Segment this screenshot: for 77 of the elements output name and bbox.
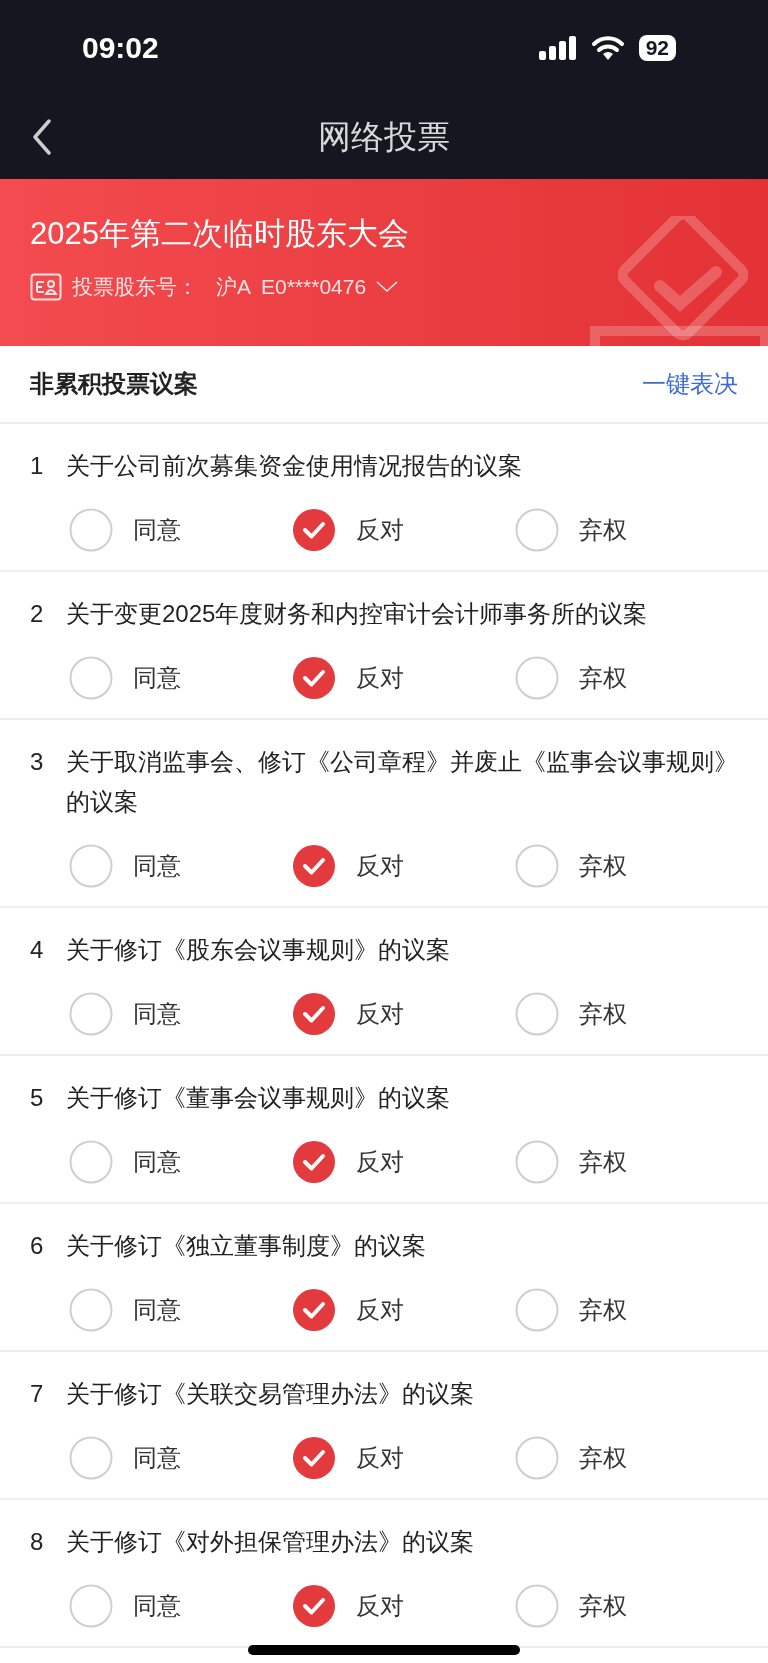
radio-button[interactable] [69, 844, 113, 888]
radio-button[interactable] [515, 992, 559, 1036]
option-label[interactable]: 同意 [133, 1298, 181, 1322]
option-label[interactable]: 同意 [133, 1446, 181, 1470]
battery-level: 92 [638, 34, 676, 61]
option-label[interactable]: 同意 [133, 854, 181, 878]
motion-text: 关于修订《董事会议事规则》的议案 [66, 1083, 451, 1113]
option-label[interactable]: 反对 [356, 1150, 404, 1174]
motion-text: 关于修订《股东会议事规则》的议案 [66, 935, 451, 965]
option-label[interactable]: 弃权 [579, 1002, 627, 1026]
option-label[interactable]: 弃权 [579, 1150, 627, 1174]
motion-number: 7 [30, 1379, 45, 1409]
option-label[interactable]: 反对 [356, 666, 404, 690]
option-label[interactable]: 反对 [356, 1002, 404, 1026]
motion-number: 5 [30, 1083, 45, 1113]
radio-button[interactable] [515, 844, 559, 888]
motion-text: 关于变更2025年度财务和内控审计会计师事务所的议案 [66, 599, 649, 629]
motion-text: 关于公司前次募集资金使用情况报告的议案 [66, 451, 523, 481]
meeting-title: 2025年第二次临时股东大会 [30, 215, 410, 253]
option-label[interactable]: 弃权 [579, 1446, 627, 1470]
motion-text: 关于修订《对外担保管理办法》的议案 [66, 1527, 475, 1557]
radio-button[interactable] [69, 1584, 113, 1628]
signal-icon [538, 35, 577, 60]
radio-button[interactable] [69, 656, 113, 700]
radio-button[interactable] [292, 992, 336, 1036]
motion-text: 关于修订《独立董事制度》的议案 [66, 1231, 427, 1261]
option-label[interactable]: 反对 [356, 1298, 404, 1322]
option-label[interactable]: 同意 [133, 518, 181, 542]
radio-button[interactable] [515, 1140, 559, 1184]
option-label[interactable]: 弃权 [579, 518, 627, 542]
option-label[interactable]: 反对 [356, 854, 404, 878]
vote-all-link[interactable]: 一键表决 [642, 368, 738, 400]
motion-number: 2 [30, 599, 45, 629]
id-card-icon [30, 273, 62, 301]
option-label[interactable]: 同意 [133, 1150, 181, 1174]
motion-number: 4 [30, 935, 45, 965]
radio-button[interactable] [292, 1288, 336, 1332]
page-title: 网络投票 [318, 116, 450, 157]
option-label[interactable]: 反对 [356, 1446, 404, 1470]
radio-button[interactable] [292, 1436, 336, 1480]
radio-button[interactable] [515, 1436, 559, 1480]
option-label[interactable]: 弃权 [579, 1298, 627, 1322]
option-label[interactable]: 同意 [133, 1002, 181, 1026]
motion-number: 1 [30, 451, 45, 481]
motion-text: 关于修订《关联交易管理办法》的议案 [66, 1379, 475, 1409]
option-label[interactable]: 反对 [356, 1594, 404, 1618]
back-icon[interactable] [32, 119, 52, 155]
radio-button[interactable] [69, 992, 113, 1036]
motion-number: 3 [30, 747, 45, 777]
option-label[interactable]: 同意 [133, 666, 181, 690]
radio-button[interactable] [515, 1288, 559, 1332]
radio-button[interactable] [515, 656, 559, 700]
option-label[interactable]: 弃权 [579, 666, 627, 690]
radio-button[interactable] [69, 1288, 113, 1332]
radio-button[interactable] [69, 1436, 113, 1480]
radio-button[interactable] [292, 1584, 336, 1628]
option-label[interactable]: 反对 [356, 518, 404, 542]
motion-number: 8 [30, 1527, 45, 1557]
radio-button[interactable] [515, 1584, 559, 1628]
radio-button[interactable] [515, 508, 559, 552]
radio-button[interactable] [69, 1140, 113, 1184]
status-time: 09:02 [82, 30, 159, 65]
chevron-down-icon[interactable] [376, 281, 399, 293]
account-label: 投票股东号： [72, 274, 198, 300]
option-label[interactable]: 弃权 [579, 854, 627, 878]
radio-button[interactable] [69, 508, 113, 552]
ballot-box-icon [590, 216, 768, 346]
motion-number: 6 [30, 1231, 45, 1261]
radio-button[interactable] [292, 656, 336, 700]
motion-text: 关于取消监事会、修订《公司章程》并废止《监事会议事规则》的议案 [66, 747, 738, 817]
section-title: 非累积投票议案 [30, 369, 198, 399]
wifi-icon [590, 35, 625, 60]
option-label[interactable]: 弃权 [579, 1594, 627, 1618]
radio-button[interactable] [292, 844, 336, 888]
radio-button[interactable] [292, 508, 336, 552]
option-label[interactable]: 同意 [133, 1594, 181, 1618]
radio-button[interactable] [292, 1140, 336, 1184]
